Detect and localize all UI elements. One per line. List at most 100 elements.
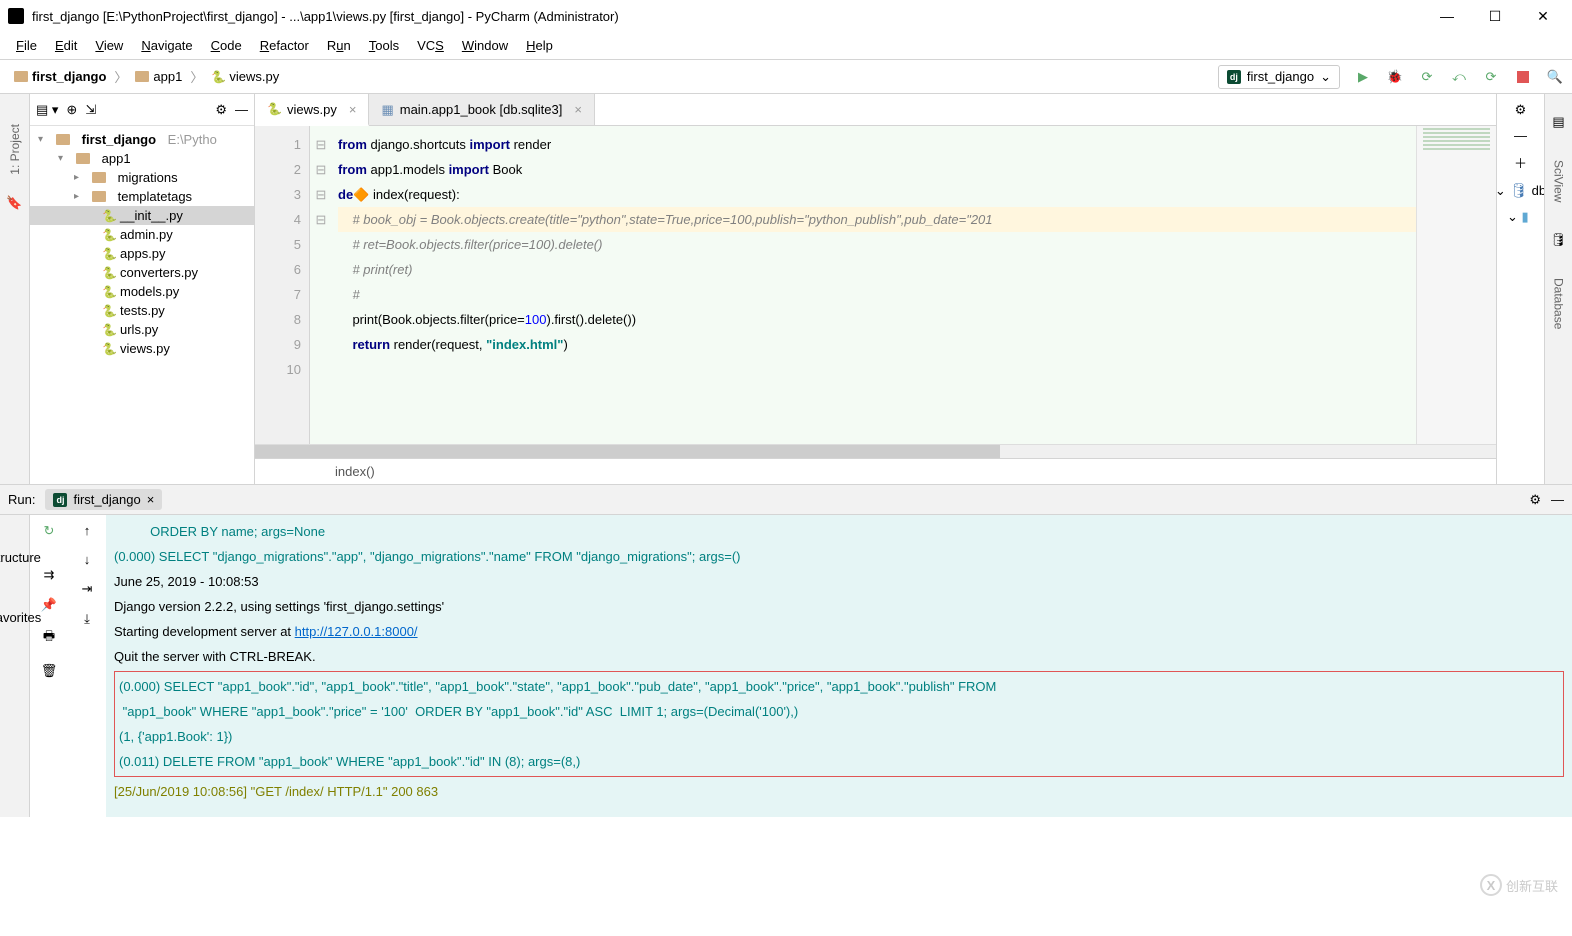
database-sidebar: ⚙ — ＋ ⌄🛢db ⌄ ▮ xyxy=(1496,94,1544,484)
run-label: Run: xyxy=(8,492,35,507)
database-icon: 🛢 xyxy=(1510,182,1528,199)
up-icon[interactable]: ↑ xyxy=(84,523,91,538)
run-tab[interactable]: djfirst_django× xyxy=(45,489,162,510)
project-tree[interactable]: ▾ first_django E:\Pytho ▾ app1 ▸ migrati… xyxy=(30,126,254,484)
run-tools-secondary: ↑ ↓ ⇥ ⤓ xyxy=(68,515,106,817)
chevron-down-icon[interactable]: ⌄ ▮ xyxy=(1507,209,1529,225)
debug-icon[interactable]: 🐞 xyxy=(1386,68,1404,86)
print-icon[interactable]: 🖶 xyxy=(43,627,55,649)
hide-icon[interactable]: — xyxy=(1551,492,1564,507)
tab-db-table[interactable]: ▦main.app1_book [db.sqlite3]× xyxy=(369,94,595,125)
close-tab-icon[interactable]: × xyxy=(349,102,357,117)
server-link[interactable]: http://127.0.0.1:8000/ xyxy=(295,624,418,639)
code-breadcrumb[interactable]: index() xyxy=(255,458,1496,484)
menu-view[interactable]: View xyxy=(87,34,131,57)
line-gutter[interactable]: 12345678910 xyxy=(255,126,310,444)
menu-vcs[interactable]: VCS xyxy=(409,34,452,57)
menu-navigate[interactable]: Navigate xyxy=(133,34,200,57)
profile-icon[interactable]: ⤺ xyxy=(1450,68,1468,86)
menu-help[interactable]: Help xyxy=(518,34,561,57)
tree-file[interactable]: tests.py xyxy=(30,301,254,320)
wrap-icon[interactable]: ⇥ xyxy=(82,581,93,597)
menu-edit[interactable]: Edit xyxy=(47,34,85,57)
scroll-end-icon[interactable]: ⤓ xyxy=(84,611,90,627)
django-icon: dj xyxy=(1227,70,1241,84)
watermark-icon: X xyxy=(1480,874,1502,896)
breadcrumb-root[interactable]: first_django xyxy=(8,67,112,86)
tree-folder-templatetags[interactable]: ▸ templatetags xyxy=(30,187,254,206)
left-toolwindow-bar-lower: 7: Structure 2: Favorites xyxy=(0,515,30,817)
menu-run[interactable]: Run xyxy=(319,34,359,57)
db-node[interactable]: ⌄🛢db xyxy=(1495,182,1546,199)
console-output[interactable]: ORDER BY name; args=None(0.000) SELECT "… xyxy=(106,515,1572,817)
scrollbar-thumb[interactable] xyxy=(255,445,1000,458)
horizontal-scrollbar[interactable] xyxy=(255,444,1496,458)
right-toolwindow-bar: ▤ SciView 🛢 Database xyxy=(1544,94,1572,484)
gear-icon[interactable]: ⚙ xyxy=(1515,102,1527,118)
search-icon[interactable]: 🔍 xyxy=(1546,68,1564,86)
run-icon[interactable]: ▶ xyxy=(1354,68,1372,86)
gear-icon[interactable]: ⚙ xyxy=(215,102,227,118)
concurrency-icon[interactable]: ⟳ xyxy=(1482,68,1500,86)
maximize-icon[interactable]: ☐ xyxy=(1480,8,1510,25)
tree-file[interactable]: models.py xyxy=(30,282,254,301)
breadcrumb-folder[interactable]: app1 xyxy=(129,67,188,86)
app-icon xyxy=(8,8,24,24)
menu-refactor[interactable]: Refactor xyxy=(252,34,317,57)
code-editor[interactable]: from django.shortcuts import renderfrom … xyxy=(332,126,1416,444)
menu-code[interactable]: Code xyxy=(203,34,250,57)
tree-file[interactable]: __init__.py xyxy=(30,206,254,225)
menu-file[interactable]: File xyxy=(8,34,45,57)
bookmark-icon[interactable]: 🔖 xyxy=(6,195,22,211)
python-icon xyxy=(267,102,281,116)
tree-file[interactable]: converters.py xyxy=(30,263,254,282)
locate-icon[interactable]: ⊕ xyxy=(66,102,77,118)
fold-column[interactable]: ⊟⊟⊟⊟ xyxy=(310,126,332,444)
db-gutter-icon[interactable]: 🛢 xyxy=(1550,232,1567,248)
hide-icon[interactable]: — xyxy=(235,102,248,117)
database-tab[interactable]: Database xyxy=(1552,278,1566,329)
stop-icon[interactable] xyxy=(1514,68,1532,86)
minimap[interactable] xyxy=(1416,126,1496,444)
tree-root[interactable]: ▾ first_django E:\Pytho xyxy=(30,130,254,149)
minimize-icon[interactable]: — xyxy=(1432,8,1462,25)
hide-icon[interactable]: — xyxy=(1514,128,1527,143)
run-tools-primary: ↻ ⇉ 📌 🖶 🗑 xyxy=(30,515,68,817)
run-config-selector[interactable]: dj first_django ⌄ xyxy=(1218,65,1340,89)
coverage-icon[interactable]: ⟳ xyxy=(1418,68,1436,86)
close-tab-icon[interactable]: × xyxy=(147,492,155,507)
navbar: first_django 〉 app1 〉 views.py dj first_… xyxy=(0,60,1572,94)
menu-window[interactable]: Window xyxy=(454,34,516,57)
chevron-down-icon: ⌄ xyxy=(1320,69,1331,85)
tab-views[interactable]: views.py× xyxy=(255,94,369,126)
gear-icon[interactable]: ⚙ xyxy=(1529,492,1541,508)
folder-icon xyxy=(14,71,28,82)
add-icon[interactable]: ＋ xyxy=(1514,153,1527,172)
sciview-tab[interactable]: SciView xyxy=(1552,160,1566,202)
scroll-icon[interactable]: ⇲ xyxy=(85,102,96,118)
python-icon xyxy=(211,70,225,84)
pin-icon[interactable]: 📌 xyxy=(41,597,57,613)
run-panel: Run: djfirst_django× ⚙ — 7: Structure 2:… xyxy=(0,484,1572,817)
editor-area: views.py× ▦main.app1_book [db.sqlite3]× … xyxy=(255,94,1496,484)
down-icon[interactable]: ↓ xyxy=(84,552,91,567)
breadcrumb-file[interactable]: views.py xyxy=(205,67,285,86)
titlebar: first_django [E:\PythonProject\first_dja… xyxy=(0,0,1572,32)
tree-file[interactable]: urls.py xyxy=(30,320,254,339)
menubar: File Edit View Navigate Code Refactor Ru… xyxy=(0,32,1572,60)
close-icon[interactable]: ✕ xyxy=(1528,8,1558,25)
tree-file[interactable]: apps.py xyxy=(30,244,254,263)
tree-folder-migrations[interactable]: ▸ migrations xyxy=(30,168,254,187)
tree-file[interactable]: admin.py xyxy=(30,225,254,244)
project-view-selector[interactable]: ▤ ▾ xyxy=(36,102,58,118)
project-toolwindow-tab[interactable]: 1: Project xyxy=(8,124,22,175)
close-tab-icon[interactable]: × xyxy=(574,102,582,117)
trash-icon[interactable]: 🗑 xyxy=(41,663,58,679)
left-toolwindow-bar: 1: Project 🔖 xyxy=(0,94,30,484)
rerun-icon[interactable]: ↻ xyxy=(44,523,55,539)
layout-icon[interactable]: ⇉ xyxy=(44,567,55,583)
tree-folder-app1[interactable]: ▾ app1 xyxy=(30,149,254,168)
layout-icon[interactable]: ▤ xyxy=(1552,114,1564,130)
menu-tools[interactable]: Tools xyxy=(361,34,407,57)
tree-file[interactable]: views.py xyxy=(30,339,254,358)
